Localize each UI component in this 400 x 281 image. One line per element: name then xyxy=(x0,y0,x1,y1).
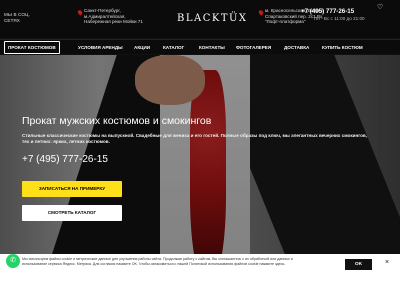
address-spb: Санкт-Петербург, м.Адмиралтейская, Набер… xyxy=(84,8,143,25)
top-bar: МЫ В СОЦ. СЕТЯХ Санкт-Петербург, м.Адмир… xyxy=(0,0,400,38)
social-label-line1: МЫ В СОЦ. xyxy=(4,12,30,17)
hours-line1: Пн - Вс с 11:00 до 21:00 xyxy=(314,16,365,21)
close-icon[interactable]: × xyxy=(385,259,389,266)
nav-item-terms[interactable]: УСЛОВИЯ АРЕНДЫ xyxy=(78,45,123,50)
hero-overlay xyxy=(0,55,400,281)
nav-item-catalog[interactable]: КАТАЛОГ xyxy=(163,45,184,50)
whatsapp-icon[interactable]: ✆ xyxy=(6,254,20,268)
cookie-text: Мы используем файлы cookie и метрические… xyxy=(22,257,293,267)
address-spb-line3: Набережная реки Мойки 71 xyxy=(84,19,143,25)
nav-item-promotions[interactable]: АКЦИИ xyxy=(134,45,150,50)
nav-item-buy-suit[interactable]: КУПИТЬ КОСТЮМ xyxy=(322,45,363,50)
location-pin-icon xyxy=(257,9,265,16)
social-label-line2: СЕТЯХ xyxy=(4,17,20,23)
social-networks-label[interactable]: МЫ В СОЦ. СЕТЯХ xyxy=(4,12,30,23)
cookie-text-line2: использование сервиса Яндекс. Метрика. Д… xyxy=(22,262,286,266)
bottom-strip xyxy=(0,275,400,281)
cookie-ok-button[interactable]: OK xyxy=(345,259,372,270)
nav-item-gallery[interactable]: ФОТОГАЛЕРЕЯ xyxy=(236,45,271,50)
location-pin-icon xyxy=(76,9,84,16)
hero-title: Прокат мужских костюмов и смокингов xyxy=(22,115,212,127)
cookie-banner: Мы используем файлы cookie и метрические… xyxy=(0,254,400,275)
working-hours: Пн - Вс с 11:00 до 21:00 xyxy=(314,16,365,22)
hero-description-line2: тех и летних: ярких, летних костюмов. xyxy=(22,139,110,145)
hero-description: Стильные классические костюмы на выпускн… xyxy=(22,133,367,146)
main-nav: ПРОКАТ КОСТЮМОВ УСЛОВИЯ АРЕНДЫ АКЦИИ КАТ… xyxy=(0,39,400,54)
nav-item-delivery[interactable]: ДОСТАВКА xyxy=(284,45,309,50)
logo[interactable]: BLACKTÜX xyxy=(177,13,248,24)
book-fitting-button[interactable]: ЗАПИСАТЬСЯ НА ПРИМЕРКУ xyxy=(22,181,122,197)
header-phone[interactable]: +7 (495) 777-26-15 xyxy=(301,8,354,15)
nav-item-rental[interactable]: ПРОКАТ КОСТЮМОВ xyxy=(4,41,60,54)
view-catalog-button[interactable]: СМОТРЕТЬ КАТАЛОГ xyxy=(22,205,122,221)
hero-phone[interactable]: +7 (495) 777-26-15 xyxy=(22,154,108,165)
heart-icon[interactable]: ♡ xyxy=(377,3,383,11)
nav-item-contacts[interactable]: КОНТАКТЫ xyxy=(199,45,225,50)
hero-banner: Прокат мужских костюмов и смокингов Стил… xyxy=(0,55,400,281)
